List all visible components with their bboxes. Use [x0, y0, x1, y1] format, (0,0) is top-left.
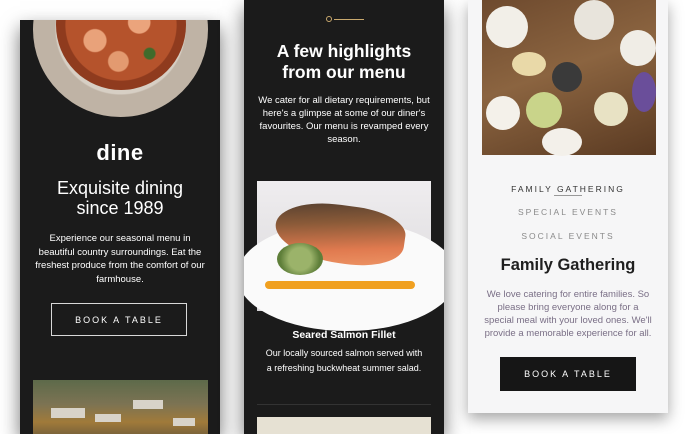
dish-name: Seared Salmon Fillet	[292, 329, 396, 341]
hero-title-line2: since 1989	[76, 198, 164, 218]
tab-social-events[interactable]: SOCIAL EVENTS	[468, 231, 668, 241]
highlights-title-line2: from our menu	[282, 62, 406, 82]
events-panel: FAMILY GATHERING SPECIAL EVENTS SOCIAL E…	[468, 0, 668, 413]
highlights-title-line1: A few highlights	[276, 41, 412, 61]
next-dish-image	[257, 417, 431, 434]
events-description: We love catering for entire families. So…	[484, 289, 652, 339]
events-title: Family Gathering	[500, 256, 636, 274]
hero-title: Exquisite dining since 1989	[20, 178, 220, 218]
salmon-dish-image	[244, 181, 444, 331]
ornament-divider	[326, 16, 366, 22]
divider	[257, 404, 431, 405]
menu-highlights-panel: A few highlights from our menu We cater …	[244, 0, 444, 434]
book-table-button-dark[interactable]: BOOK A TABLE	[500, 357, 636, 391]
hero-panel: dine Exquisite dining since 1989 Experie…	[20, 20, 220, 434]
dish-description: Our locally sourced salmon served with a…	[265, 348, 423, 373]
hero-title-line1: Exquisite dining	[56, 178, 184, 198]
tab-family-gathering[interactable]: FAMILY GATHERING	[468, 184, 668, 194]
highlights-title: A few highlights from our menu	[244, 41, 444, 83]
highlights-description: We cater for all dietary requirements, b…	[258, 95, 430, 145]
tab-special-events[interactable]: SPECIAL EVENTS	[468, 207, 668, 217]
brand-logo[interactable]: dine	[20, 140, 220, 166]
active-tab-indicator	[554, 195, 582, 196]
family-table-image	[482, 0, 656, 156]
farmhouse-village-image	[33, 380, 208, 434]
hero-description: Experience our seasonal menu in beautifu…	[35, 233, 205, 285]
book-table-button[interactable]: BOOK A TABLE	[51, 303, 187, 336]
